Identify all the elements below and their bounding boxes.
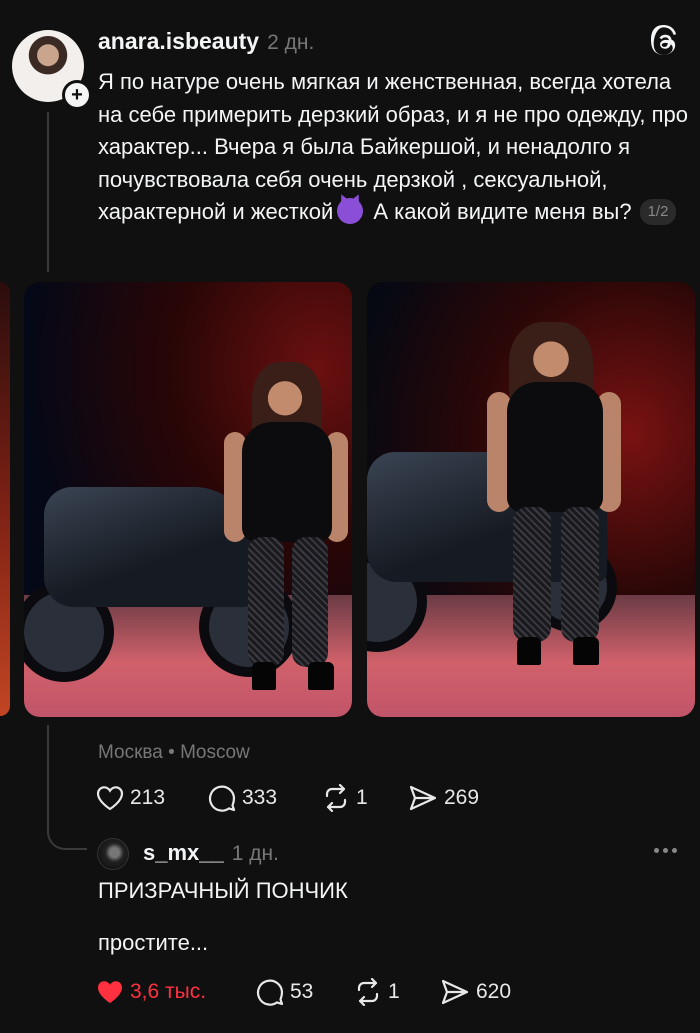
post-body-tail: А какой видите меня вы? [373, 199, 632, 224]
like-button[interactable]: 213 [96, 785, 208, 811]
thread-line [47, 112, 49, 272]
share-count: 620 [476, 980, 512, 1003]
post-time: 2 дн. [267, 31, 315, 54]
share-count: 269 [444, 786, 480, 809]
repost-button[interactable]: 1 [322, 784, 408, 812]
repost-button[interactable]: 1 [354, 978, 440, 1006]
post-actions: 213 333 1 269 [96, 784, 479, 812]
page-indicator: 1/2 [639, 199, 677, 225]
send-icon [409, 785, 437, 811]
reply-actions: 3,6 тыс. 53 1 620 [96, 978, 511, 1006]
comment-icon [256, 979, 284, 1006]
reply-username[interactable]: s_mx__ [143, 840, 224, 866]
location[interactable]: Москва • Moscow [98, 742, 250, 764]
post-avatar-wrap[interactable]: + [12, 30, 92, 110]
post-image-2[interactable] [367, 282, 695, 717]
reply-text-line-2: простите... [98, 930, 209, 955]
threads-icon[interactable] [650, 24, 680, 58]
thread-curve [47, 815, 87, 850]
share-button[interactable]: 269 [408, 784, 479, 812]
comment-icon [208, 785, 236, 812]
comment-button[interactable]: 333 [208, 784, 322, 812]
post-text: Я по натуре очень мягкая и женственная, … [98, 66, 688, 229]
post-username[interactable]: anara.isbeauty [98, 28, 259, 55]
heart-icon [96, 786, 124, 811]
post-image-1[interactable] [24, 282, 352, 717]
person [224, 362, 352, 702]
comment-count: 53 [290, 980, 314, 1003]
reply-time: 1 дн. [231, 842, 279, 865]
send-icon [441, 979, 469, 1005]
comment-count: 333 [242, 786, 278, 809]
like-button[interactable]: 3,6 тыс. [96, 979, 256, 1005]
share-button[interactable]: 620 [440, 978, 511, 1006]
more-icon[interactable] [654, 840, 680, 860]
repost-count: 1 [356, 786, 368, 809]
person [487, 322, 627, 692]
reply-avatar[interactable] [97, 838, 129, 870]
reply-header: s_mx__ 1 дн. [143, 840, 279, 866]
like-count: 3,6 тыс. [130, 980, 207, 1003]
reply-text-line-1: ПРИЗРАЧНЫЙ ПОНЧИК [98, 878, 348, 903]
plus-icon[interactable]: + [62, 80, 92, 110]
comment-button[interactable]: 53 [256, 978, 354, 1006]
like-count: 213 [130, 786, 166, 809]
repost-icon [325, 784, 347, 812]
repost-icon [357, 978, 379, 1006]
heart-icon [98, 981, 122, 1003]
repost-count: 1 [388, 980, 400, 1003]
carousel-previous-image[interactable] [0, 282, 10, 716]
post-header: anara.isbeauty 2 дн. [98, 28, 314, 55]
devil-emoji-icon [337, 198, 364, 224]
